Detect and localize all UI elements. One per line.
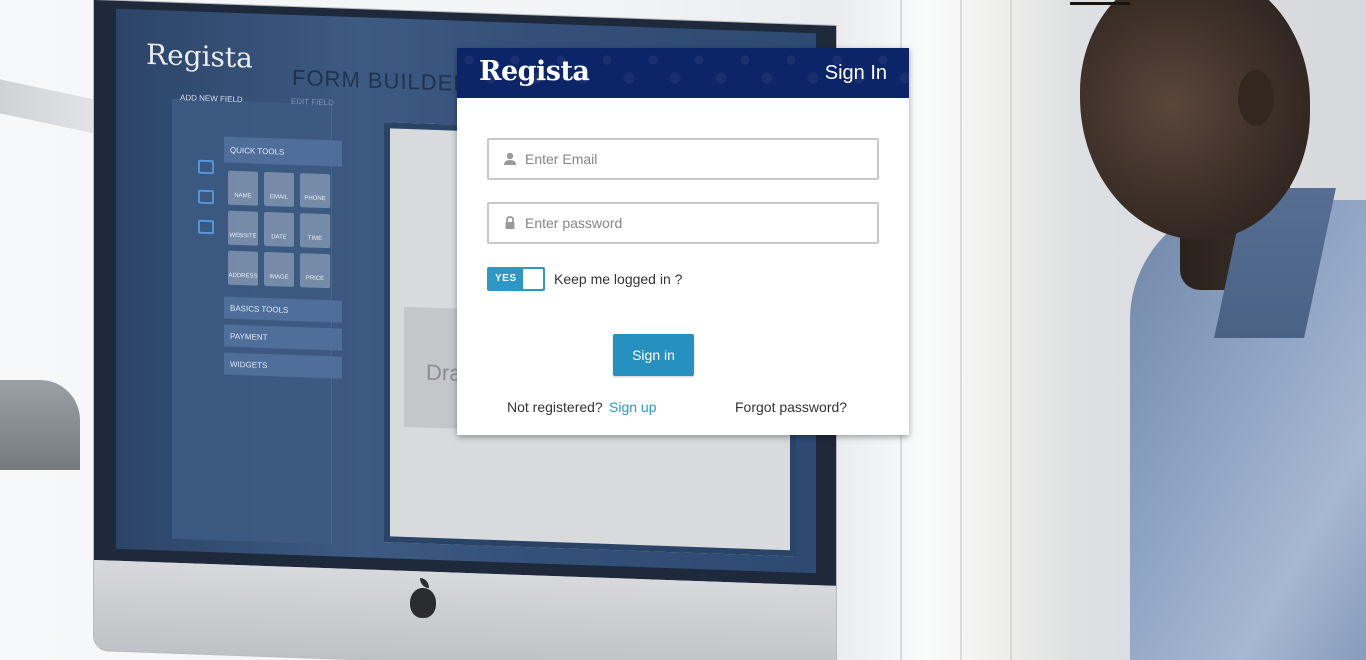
keep-logged-in-toggle[interactable]: YES xyxy=(487,267,545,291)
tile: DATE xyxy=(264,211,294,247)
forgot-password-link[interactable]: Forgot password? xyxy=(735,399,847,415)
tile: WEBSITE xyxy=(228,210,258,246)
apple-logo-icon xyxy=(410,588,436,618)
category-widgets: WIDGETS xyxy=(224,352,342,379)
sign-up-link[interactable]: Sign up xyxy=(609,399,656,415)
card-header: Regista Sign In xyxy=(457,48,909,98)
toggle-knob xyxy=(523,269,543,289)
password-input[interactable] xyxy=(525,204,875,242)
email-input[interactable] xyxy=(525,140,875,178)
password-field[interactable] xyxy=(487,202,879,244)
lamp-arm xyxy=(0,79,100,135)
screen-title: FORM BUILDER xyxy=(292,64,471,97)
keep-logged-in-label: Keep me logged in ? xyxy=(554,271,683,287)
pen-icon xyxy=(198,219,214,235)
toggle-label: YES xyxy=(495,273,517,284)
quick-tools-header: QUICK TOOLS xyxy=(224,136,342,167)
user-icon xyxy=(503,152,517,166)
tile: TIME xyxy=(300,213,330,249)
lamp-shade xyxy=(0,380,80,470)
tile: ADDRESS xyxy=(228,250,258,286)
glasses xyxy=(1070,2,1130,5)
tile: IMAGE xyxy=(264,251,294,287)
person-ear xyxy=(1238,70,1274,126)
email-field[interactable] xyxy=(487,138,879,180)
person-head xyxy=(1080,0,1310,240)
login-card: Regista Sign In YES Keep me logged in ? … xyxy=(457,48,909,435)
screen-sidebar-icons xyxy=(198,159,220,251)
category-basics: BASICS TOOLS xyxy=(224,296,342,323)
display-icon xyxy=(198,189,214,205)
category-payment: PAYMENT xyxy=(224,324,342,351)
page-title: Sign In xyxy=(824,62,887,84)
curtain-fold xyxy=(960,0,962,660)
screen-tab: EDIT FIELD xyxy=(290,96,334,108)
sign-in-button[interactable]: Sign in xyxy=(613,334,694,376)
tile: NAME xyxy=(228,170,258,206)
curtain-fold xyxy=(1010,0,1012,660)
brand-logo: Regista xyxy=(479,56,590,87)
screen-logo: Regista xyxy=(146,37,253,75)
tile: PRICE xyxy=(300,253,330,289)
grid-icon xyxy=(198,159,214,175)
lock-icon xyxy=(503,216,517,230)
tile: PHONE xyxy=(300,173,330,209)
not-registered-text: Not registered? xyxy=(507,399,603,415)
screen-sidebar xyxy=(172,98,332,545)
tile: EMAIL xyxy=(264,171,294,207)
